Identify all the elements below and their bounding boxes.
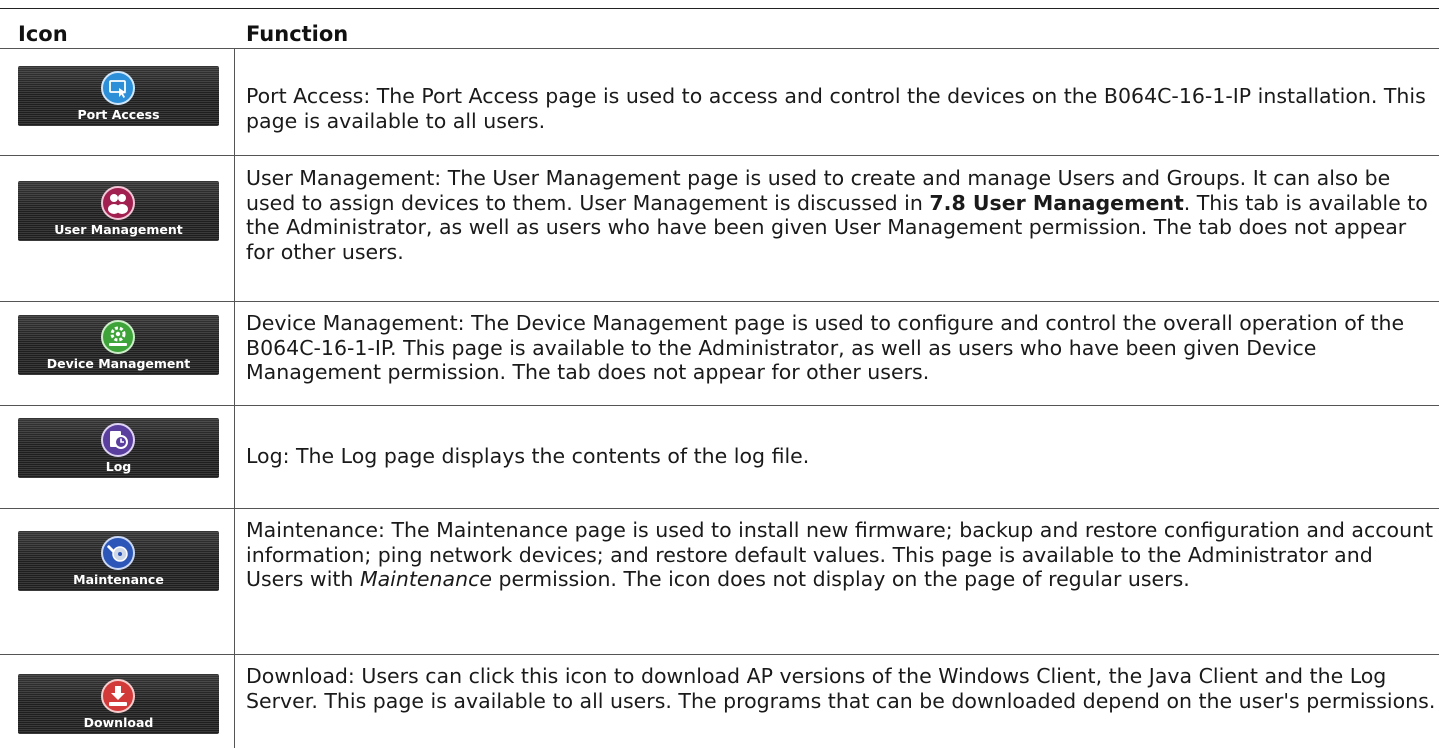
device-management-tile[interactable]: Device Management (18, 315, 219, 375)
wrench-icon (101, 536, 135, 570)
table-header: Icon Function (0, 8, 1439, 49)
user-management-icon (101, 186, 135, 220)
header-function: Function (246, 22, 349, 46)
device-management-label: Device Management (46, 356, 191, 371)
device-management-description: Device Management: The Device Management… (246, 311, 1405, 384)
download-tile[interactable]: Download (18, 674, 219, 734)
user-management-label: User Management (54, 222, 183, 237)
permission-name: Maintenance (359, 567, 492, 591)
header-icon: Icon (18, 22, 68, 46)
port-access-tile[interactable]: Port Access (18, 66, 219, 126)
port-access-label: Port Access (77, 107, 160, 122)
port-access-description: Port Access: The Port Access page is use… (246, 84, 1426, 133)
user-management-tile[interactable]: User Management (18, 181, 219, 241)
log-description: Log: The Log page displays the contents … (246, 444, 810, 468)
section-reference: 7.8 User Management (929, 190, 1184, 215)
download-description: Download: Users can click this icon to d… (246, 664, 1436, 713)
download-icon (101, 679, 135, 713)
maintenance-label: Maintenance (73, 572, 164, 587)
maintenance-description: Maintenance: The Maintenance page is use… (246, 518, 1434, 591)
download-label: Download (83, 715, 154, 730)
log-label: Log (105, 459, 132, 474)
maintenance-tile[interactable]: Maintenance (18, 531, 219, 591)
gear-icon (101, 320, 135, 354)
log-tile[interactable]: Log (18, 418, 219, 478)
log-icon (101, 423, 135, 457)
port-access-icon (101, 71, 135, 105)
user-management-description: User Management: The User Management pag… (246, 166, 1428, 264)
